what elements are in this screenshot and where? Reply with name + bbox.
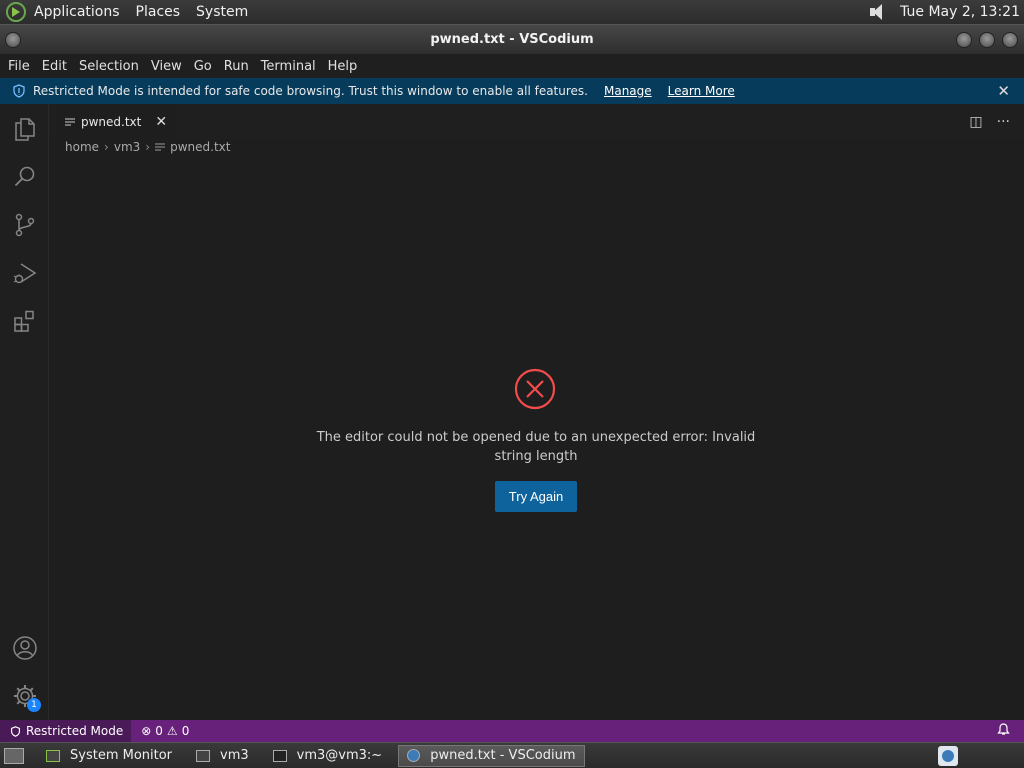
tab-label: pwned.txt: [81, 114, 142, 129]
warning-count: 0: [181, 724, 190, 738]
shield-icon: [13, 84, 25, 98]
tab-pwned-txt[interactable]: pwned.txt ✕: [57, 104, 176, 139]
maximize-button[interactable]: [979, 32, 995, 48]
error-circle-icon: [514, 368, 556, 410]
taskbar-label: pwned.txt - VSCodium: [430, 748, 576, 763]
breadcrumb-vm3[interactable]: vm3: [114, 140, 140, 154]
minimize-button[interactable]: [956, 32, 972, 48]
split-editor-icon[interactable]: ◫: [969, 114, 982, 130]
restricted-mode-indicator[interactable]: Restricted Mode: [0, 720, 132, 742]
vscodium-icon: [407, 749, 421, 762]
terminal-icon: [272, 749, 287, 762]
more-actions-icon[interactable]: ···: [997, 114, 1010, 130]
system-monitor-icon: [46, 749, 60, 762]
taskbar-item-terminal[interactable]: vm3@vm3:~: [265, 745, 391, 767]
error-count: 0: [155, 724, 163, 738]
window-menu-button[interactable]: [5, 32, 21, 48]
panel-menu-system[interactable]: System: [196, 4, 248, 20]
editor-tab-bar: pwned.txt ✕ ◫ ···: [49, 104, 1024, 139]
manage-gear-icon[interactable]: 1: [11, 682, 41, 712]
chevron-right-icon: ›: [145, 140, 151, 154]
text-file-icon: [65, 118, 75, 125]
settings-badge: 1: [27, 698, 41, 712]
tab-close-icon[interactable]: ✕: [155, 114, 167, 130]
menu-go[interactable]: Go: [188, 59, 218, 74]
tray-vscodium-icon[interactable]: [938, 745, 958, 766]
taskbar-item-vscodium[interactable]: pwned.txt - VSCodium: [398, 744, 585, 767]
menu-view[interactable]: View: [145, 59, 188, 74]
source-control-icon[interactable]: [11, 211, 39, 239]
panel-menu-places[interactable]: Places: [136, 4, 181, 20]
taskbar-label: System Monitor: [70, 748, 173, 763]
taskbar-item-system-monitor[interactable]: System Monitor: [38, 745, 180, 767]
error-message: The editor could not be opened due to an…: [316, 430, 756, 464]
error-icon: ⊗: [141, 724, 152, 738]
window-titlebar[interactable]: pwned.txt - VSCodium: [0, 24, 1024, 54]
restricted-mode-label: Restricted Mode: [26, 724, 124, 738]
chevron-right-icon: ›: [104, 140, 109, 154]
menu-run[interactable]: Run: [218, 59, 255, 74]
system-panel: Applications Places System Tue May 2, 13…: [0, 0, 1024, 24]
activity-bar: 1: [0, 104, 49, 720]
window-title: pwned.txt - VSCodium: [430, 32, 594, 47]
taskbar-item-vm3-folder[interactable]: vm3: [188, 745, 257, 767]
close-window-button[interactable]: [1002, 32, 1018, 48]
explorer-icon[interactable]: [11, 115, 39, 143]
bell-icon[interactable]: [997, 723, 1010, 739]
shield-icon: [10, 725, 21, 737]
show-desktop-icon[interactable]: [4, 747, 24, 764]
volume-icon[interactable]: [868, 3, 888, 21]
menu-help[interactable]: Help: [322, 59, 364, 74]
problems-indicator[interactable]: ⊗ 0 ⚠ 0: [141, 724, 189, 738]
panel-menu-applications[interactable]: Applications: [34, 4, 120, 20]
warning-icon: ⚠: [166, 724, 178, 738]
manage-link[interactable]: Manage: [604, 84, 652, 98]
folder-icon: [196, 749, 211, 762]
taskbar: System Monitor vm3 vm3@vm3:~ pwned.txt -…: [0, 742, 1024, 768]
banner-message: Restricted Mode is intended for safe cod…: [33, 84, 588, 98]
panel-clock[interactable]: Tue May 2, 13:21: [900, 4, 1020, 20]
close-icon[interactable]: ✕: [997, 82, 1010, 100]
extensions-icon[interactable]: [11, 307, 39, 335]
restricted-mode-banner: Restricted Mode is intended for safe cod…: [0, 78, 1024, 104]
run-debug-icon[interactable]: [11, 259, 39, 287]
taskbar-label: vm3: [220, 748, 249, 763]
try-again-button[interactable]: Try Again: [495, 481, 577, 512]
distro-logo-icon[interactable]: [6, 2, 26, 22]
text-file-icon: [155, 143, 166, 151]
breadcrumb-home[interactable]: home: [65, 140, 99, 154]
breadcrumb: home › vm3 › pwned.txt: [65, 140, 230, 154]
menu-edit[interactable]: Edit: [36, 59, 73, 74]
menu-terminal[interactable]: Terminal: [255, 59, 322, 74]
menu-selection[interactable]: Selection: [73, 59, 145, 74]
menubar: File Edit Selection View Go Run Terminal…: [0, 54, 1024, 78]
taskbar-label: vm3@vm3:~: [296, 748, 383, 763]
status-bar: Restricted Mode ⊗ 0 ⚠ 0: [0, 720, 1024, 742]
accounts-icon[interactable]: [11, 634, 39, 662]
learn-more-link[interactable]: Learn More: [668, 84, 735, 98]
menu-file[interactable]: File: [0, 59, 36, 74]
breadcrumb-file[interactable]: pwned.txt: [170, 140, 230, 154]
search-icon[interactable]: [11, 163, 39, 191]
